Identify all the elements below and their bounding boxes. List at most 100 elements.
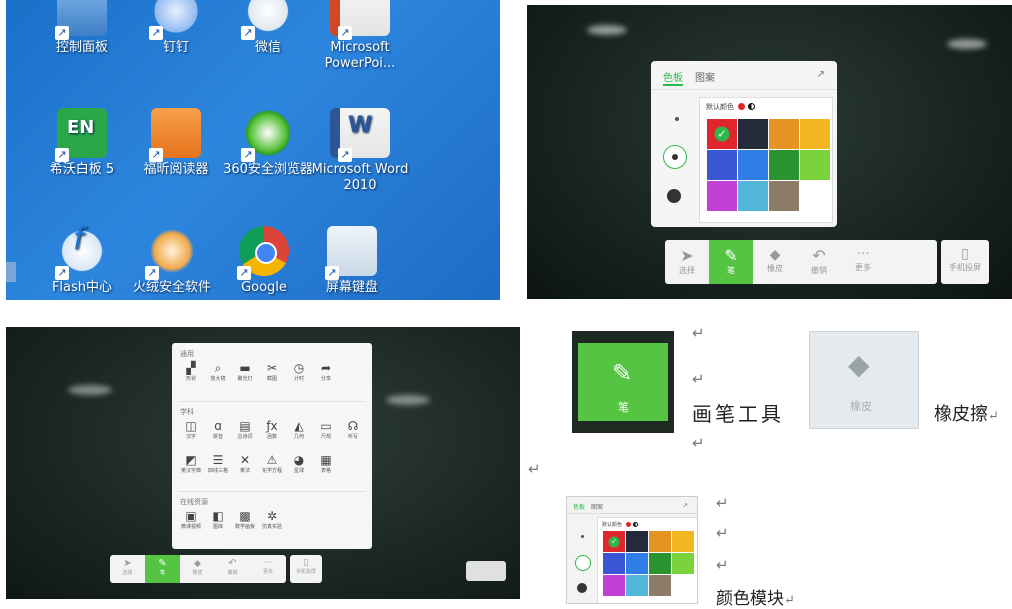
tab-swatches[interactable]: 色板: [663, 69, 683, 86]
menu-item[interactable]: ◕ 星球: [286, 453, 312, 474]
palette-swatch[interactable]: [706, 149, 738, 181]
shortcut-arrow-icon: ↗: [149, 26, 163, 40]
desktop-icon-wechat[interactable]: ↗ 微信: [220, 0, 316, 56]
palette-swatch[interactable]: [768, 149, 800, 181]
menu-item-icon: ▬: [239, 361, 251, 375]
menu-item[interactable]: ◩ 英汉字典: [178, 453, 204, 474]
phone-cast-icon: ▯: [303, 558, 309, 568]
palette-swatch[interactable]: [799, 118, 831, 150]
menu-item[interactable]: ▬ 聚光灯: [232, 361, 258, 382]
desktop-icon-flash[interactable]: f ↗ Flash中心: [34, 225, 130, 296]
desktop-icon-google[interactable]: ↗ Google: [216, 226, 312, 296]
desktop-icon-dingtalk[interactable]: ↗ 钉钉: [128, 0, 224, 56]
page-nav[interactable]: [466, 561, 506, 581]
menu-item[interactable]: ◫ 汉字: [178, 419, 204, 440]
menu-item[interactable]: ✲ 仿真实验: [259, 509, 285, 530]
palette-swatch[interactable]: [799, 180, 831, 212]
toolbar-label: 橡皮: [767, 264, 783, 273]
menu-item[interactable]: ▦ 表格: [313, 453, 339, 474]
menu-item[interactable]: ▤ 古诗词: [232, 419, 258, 440]
toolbar-label: 笔: [159, 570, 165, 576]
menu-item[interactable]: ▩ 数学画板: [232, 509, 258, 530]
desktop-icon-foxit[interactable]: ↗ 福昕阅读器: [128, 108, 224, 178]
menu-item[interactable]: ✂ 截图: [259, 361, 285, 382]
menu-item-icon: ◫: [185, 419, 197, 433]
thickness-medium-icon[interactable]: [663, 145, 687, 169]
toolbar-pen[interactable]: ✎ 笔: [145, 555, 180, 583]
menu-item[interactable]: ɑ 拼音: [205, 419, 231, 440]
expand-icon[interactable]: ↗: [817, 69, 825, 80]
toolbar-eraser[interactable]: ◆ 橡皮: [180, 555, 215, 583]
menu-item[interactable]: ◷ 计时: [286, 361, 312, 382]
default-half-dot-icon[interactable]: [748, 103, 755, 110]
desktop-icon-seewo[interactable]: EN ↗ 希沃白板 5: [34, 108, 130, 178]
thickness-small-icon[interactable]: [675, 117, 679, 121]
phone-cast-button[interactable]: ▯ 手机投屏: [290, 555, 322, 583]
toolbar-select[interactable]: ➤ 选择: [665, 240, 709, 284]
shortcut-arrow-icon: ↗: [325, 266, 339, 280]
tab-patterns[interactable]: 图案: [695, 69, 715, 86]
thumb-swatch: [648, 574, 672, 597]
menu-item[interactable]: ◧ 图库: [205, 509, 231, 530]
palette-swatch[interactable]: [737, 118, 769, 150]
menu-item[interactable]: ▣ 微课视频: [178, 509, 204, 530]
return-mark: ↵: [988, 409, 999, 424]
desktop-icon-huorong[interactable]: ↗ 火绒安全软件: [120, 226, 224, 296]
divider: [178, 401, 366, 402]
menu-item[interactable]: ƒx 函数: [259, 419, 285, 440]
thickness-large-icon[interactable]: [667, 189, 681, 203]
color-module-image: 色板 图案 ↗ 默认颜色 ✓: [566, 496, 698, 604]
menu-item[interactable]: ✕ 乘法: [232, 453, 258, 474]
thumb-swatch: ✓: [602, 530, 626, 553]
color-palette-card: 色板 图案 ↗ 默认颜色 ✓: [651, 61, 837, 227]
menu-item[interactable]: ▞ 形状: [178, 361, 204, 382]
menu-item[interactable]: ▭ 尺规: [313, 419, 339, 440]
menu-item-label: 英汉字典: [180, 468, 201, 474]
desktop-icon-label: 希沃白板 5: [49, 162, 115, 177]
desktop-icon-360-browser[interactable]: ↗ 360安全浏览器: [216, 108, 320, 178]
menu-item[interactable]: ⚠ 化学方程: [259, 453, 285, 474]
palette-swatch[interactable]: ✓: [706, 118, 738, 150]
palette-swatch[interactable]: [768, 118, 800, 150]
toolbar-undo[interactable]: ↶ 撤销: [797, 240, 841, 284]
desktop-icon-onscreen-keyboard[interactable]: ↗ 屏幕键盘: [304, 226, 400, 296]
toolbar-label: 撤销: [811, 266, 827, 275]
menu-item-icon: ▣: [185, 509, 197, 523]
toolbar-pen[interactable]: ✎ 笔: [709, 240, 753, 284]
toolbar-eraser[interactable]: ◆ 橡皮: [753, 240, 797, 284]
menu-item-icon: ƒx: [266, 419, 278, 433]
palette-swatch[interactable]: [799, 149, 831, 181]
menu-item[interactable]: ➦ 分享: [313, 361, 339, 382]
color-caption-text: 颜色模块: [716, 589, 784, 609]
desktop-icon-label: 福昕阅读器: [143, 162, 209, 177]
palette-swatch[interactable]: [768, 180, 800, 212]
menu-item-label: 图库: [212, 524, 223, 530]
menu-item[interactable]: ⌕ 放大镜: [205, 361, 231, 382]
desktop-icon-powerpoint[interactable]: ↗ Microsoft PowerPoi...: [308, 0, 412, 72]
menu-item[interactable]: ☰ 四线三格: [205, 453, 231, 474]
palette-swatch[interactable]: [706, 180, 738, 212]
palette-swatch[interactable]: [737, 180, 769, 212]
swatch-grid: 默认颜色 ✓: [699, 97, 833, 223]
menu-item[interactable]: ☊ 听写: [340, 419, 366, 440]
phone-cast-button[interactable]: ▯ 手机投屏: [941, 240, 989, 284]
menu-item-label: 四线三格: [207, 468, 228, 474]
desktop-icon-control-panel[interactable]: ↗ 控制面板: [34, 0, 130, 56]
toolbar-more[interactable]: ··· 更多: [841, 240, 885, 284]
thumb-swatch: [648, 552, 672, 575]
palette-swatch[interactable]: [737, 149, 769, 181]
return-mark: ↵: [692, 324, 705, 342]
default-red-dot-icon[interactable]: [738, 103, 745, 110]
toolbar-label: 更多: [855, 263, 871, 272]
toolbar-select[interactable]: ➤ 选择: [110, 555, 145, 583]
toolbar-more[interactable]: ··· 更多: [250, 555, 286, 583]
menu-item-label: 形状: [185, 376, 196, 382]
pen-button-label: 笔: [618, 401, 629, 414]
side-handle[interactable]: [6, 262, 16, 282]
toolbar-undo[interactable]: ↶ 撤销: [215, 555, 250, 583]
control-panel-icon: ↗: [55, 0, 107, 40]
desktop-icon-word[interactable]: W ↗ Microsoft Word 2010: [308, 108, 412, 194]
menu-item[interactable]: ◭ 几何: [286, 419, 312, 440]
desktop-icon-label: 火绒安全软件: [132, 280, 211, 295]
desktop-icon-label: 屏幕键盘: [325, 280, 378, 295]
